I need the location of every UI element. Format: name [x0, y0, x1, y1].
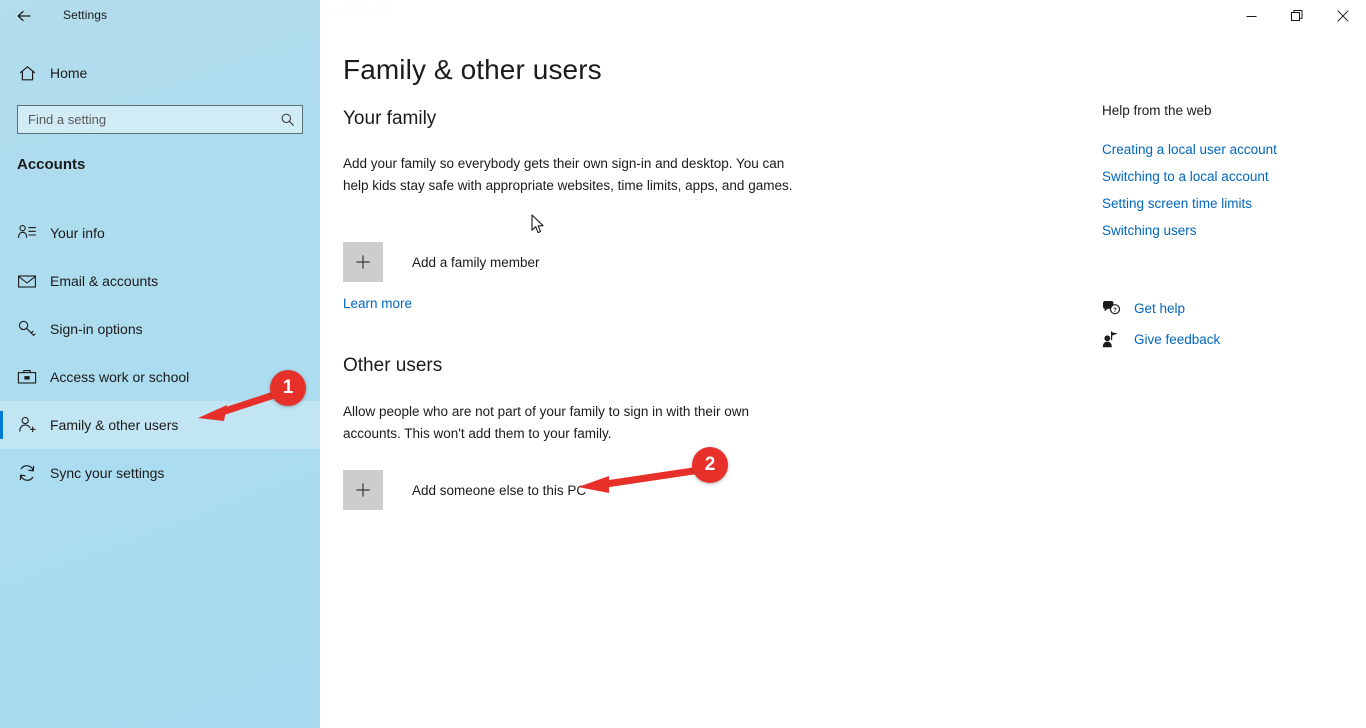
- main-content: Family & other users Your family Add you…: [320, 0, 1366, 728]
- help-link-creating-local-user-account[interactable]: Creating a local user account: [1102, 136, 1352, 163]
- svg-text:?: ?: [1113, 307, 1117, 314]
- person-add-icon: [4, 415, 50, 435]
- sidebar-item-your-info[interactable]: Your info: [0, 209, 320, 257]
- home-icon: [4, 64, 50, 83]
- restore-button[interactable]: [1274, 0, 1320, 32]
- sidebar-item-label: Email & accounts: [50, 273, 159, 289]
- help-bubble-icon: ?: [1102, 300, 1132, 317]
- get-help-button[interactable]: ? Get help: [1102, 293, 1352, 324]
- learn-more-link[interactable]: Learn more: [343, 296, 412, 311]
- restore-icon: [1291, 10, 1303, 21]
- search-box[interactable]: [17, 105, 303, 134]
- get-help-label: Get help: [1134, 301, 1186, 316]
- section-body-other-users: Allow people who are not part of your fa…: [343, 404, 749, 441]
- sidebar-category-title: Accounts: [17, 156, 86, 173]
- back-arrow-icon: [17, 10, 31, 22]
- help-link-switching-users[interactable]: Switching users: [1102, 217, 1352, 244]
- section-heading-other-users: Other users: [343, 355, 443, 376]
- sync-icon: [4, 463, 50, 483]
- sidebar-item-label: Access work or school: [50, 369, 190, 385]
- briefcase-icon: [4, 367, 50, 387]
- help-actions: ? Get help Give feedback: [1102, 293, 1352, 355]
- window-watermark: Settings: [330, 1, 394, 18]
- section-heading-your-family: Your family: [343, 108, 437, 129]
- help-link-setting-screen-time-limits[interactable]: Setting screen time limits: [1102, 190, 1352, 217]
- sidebar: Home Accounts You: [0, 0, 320, 728]
- sidebar-item-home-label: Home: [50, 65, 88, 81]
- window-title: Settings: [63, 8, 108, 22]
- window-controls: [1228, 0, 1366, 32]
- sidebar-item-label: Sign-in options: [50, 321, 143, 337]
- sidebar-item-label: Family & other users: [50, 417, 179, 433]
- sidebar-item-label: Sync your settings: [50, 465, 165, 481]
- give-feedback-button[interactable]: Give feedback: [1102, 324, 1352, 355]
- minimize-button[interactable]: [1228, 0, 1274, 32]
- sidebar-nav-list: Your info Email & accounts Sign-in optio…: [0, 209, 320, 497]
- add-family-member-button[interactable]: Add a family member: [343, 242, 540, 282]
- help-link-switching-to-local-account[interactable]: Switching to a local account: [1102, 163, 1352, 190]
- sidebar-item-family-other-users[interactable]: Family & other users: [0, 401, 320, 449]
- title-bar: Settings Settings: [0, 0, 1366, 32]
- section-body-your-family: Add your family so everybody gets their …: [343, 156, 793, 193]
- add-someone-else-button[interactable]: Add someone else to this PC: [343, 470, 586, 510]
- sidebar-item-access-work-school[interactable]: Access work or school: [0, 353, 320, 401]
- close-button[interactable]: [1320, 0, 1366, 32]
- search-input[interactable]: [18, 105, 272, 134]
- sidebar-item-home[interactable]: Home: [0, 57, 320, 89]
- give-feedback-label: Give feedback: [1134, 332, 1221, 347]
- search-icon[interactable]: [272, 106, 302, 133]
- key-icon: [4, 319, 50, 339]
- sidebar-item-email-accounts[interactable]: Email & accounts: [0, 257, 320, 305]
- minimize-icon: [1246, 15, 1256, 17]
- sidebar-item-label: Your info: [50, 225, 105, 241]
- settings-window: Settings Settings Home Find a setting Ac…: [0, 0, 1366, 728]
- envelope-icon: [4, 271, 50, 291]
- add-someone-else-label: Add someone else to this PC: [412, 482, 587, 498]
- page-title: Family & other users: [343, 54, 602, 85]
- sidebar-item-sign-in-options[interactable]: Sign-in options: [0, 305, 320, 353]
- feedback-person-icon: [1102, 331, 1132, 348]
- help-panel-title: Help from the web: [1102, 103, 1212, 118]
- plus-icon: [343, 242, 383, 282]
- help-panel: Help from the web Creating a local user …: [1102, 103, 1352, 355]
- plus-icon: [343, 470, 383, 510]
- add-family-member-label: Add a family member: [412, 254, 540, 270]
- close-icon: [1337, 10, 1349, 22]
- back-button[interactable]: [8, 2, 40, 30]
- sidebar-item-sync-your-settings[interactable]: Sync your settings: [0, 449, 320, 497]
- person-info-icon: [4, 223, 50, 243]
